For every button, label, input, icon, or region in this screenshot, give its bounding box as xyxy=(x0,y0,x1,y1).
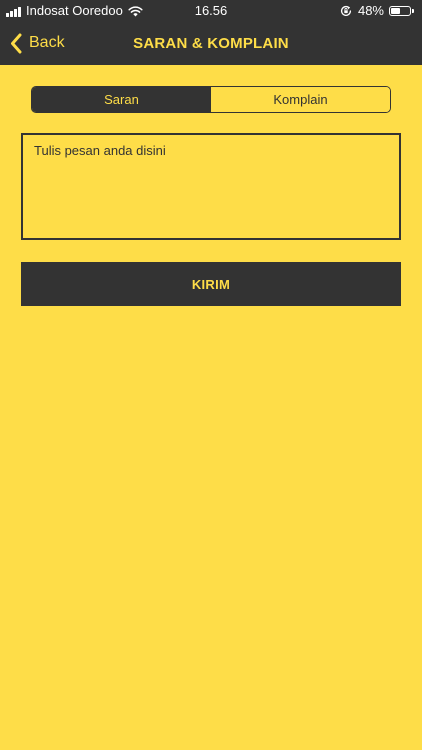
navigation-bar: Back SARAN & KOMPLAIN xyxy=(0,22,422,65)
page-title: SARAN & KOMPLAIN xyxy=(133,35,289,52)
rotation-lock-icon xyxy=(340,5,352,17)
battery-percent: 48% xyxy=(357,3,384,18)
submit-button[interactable]: KIRIM xyxy=(21,262,401,306)
message-placeholder: Tulis pesan anda disini xyxy=(34,143,166,158)
battery-fill xyxy=(391,8,400,14)
top-bar: Indosat Ooredoo 16.56 48% Back SARAN & K… xyxy=(0,0,422,65)
message-input[interactable]: Tulis pesan anda disini xyxy=(21,133,401,240)
battery-cap xyxy=(412,9,414,13)
status-right: 48% xyxy=(340,3,414,19)
battery-icon xyxy=(389,6,411,16)
segment-komplain[interactable]: Komplain xyxy=(211,87,390,112)
status-bar: Indosat Ooredoo 16.56 48% xyxy=(0,0,422,22)
segment-saran[interactable]: Saran xyxy=(32,87,211,112)
segmented-control: Saran Komplain xyxy=(31,86,391,113)
